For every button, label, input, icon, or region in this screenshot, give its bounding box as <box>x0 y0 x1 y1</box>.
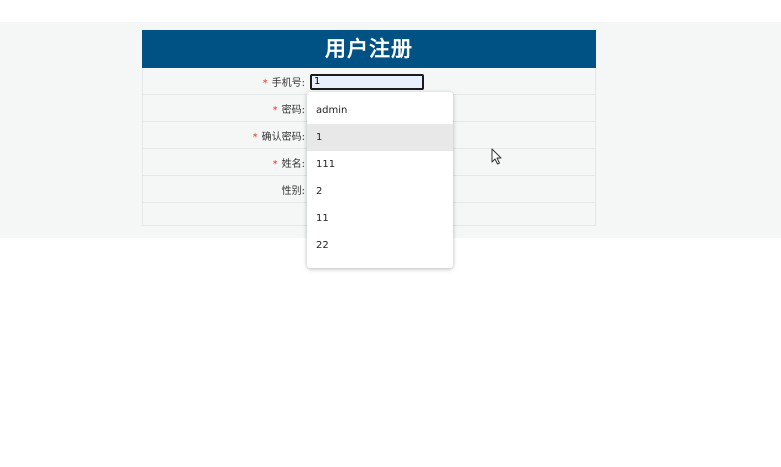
page: 用户注册 *手机号: *密码: *确认密码: <box>0 0 781 467</box>
confirm-password-label: 确认密码: <box>261 131 305 143</box>
name-label-cell: * 姓名: <box>142 148 308 176</box>
name-label: 姓名: <box>281 158 305 170</box>
form-row-phone: * 手机号: <box>142 68 596 95</box>
phone-field-cell <box>308 68 596 95</box>
phone-label: 手机号: <box>271 77 305 89</box>
required-mark: * <box>272 104 278 116</box>
phone-label-cell: * 手机号: <box>142 68 308 95</box>
form-title: 用户注册 <box>142 30 596 68</box>
password-label: 密码: <box>281 104 305 116</box>
gender-label-cell: 性别: <box>142 175 308 203</box>
phone-input[interactable] <box>310 73 424 90</box>
gender-label: 性别: <box>281 185 305 197</box>
empty-label-cell <box>142 202 308 226</box>
autocomplete-option[interactable]: 22 <box>307 232 453 259</box>
autocomplete-dropdown: admin 1 111 2 11 22 <box>307 92 453 268</box>
autocomplete-option[interactable]: 1 <box>307 124 453 151</box>
required-mark: * <box>272 158 278 170</box>
required-mark: * <box>262 77 268 89</box>
autocomplete-option[interactable]: admin <box>307 97 453 124</box>
password-label-cell: * 密码: <box>142 94 308 122</box>
required-mark: * <box>252 131 258 143</box>
mouse-pointer-icon <box>491 148 502 165</box>
autocomplete-option[interactable]: 111 <box>307 151 453 178</box>
autocomplete-option[interactable]: 11 <box>307 205 453 232</box>
autocomplete-option[interactable]: 2 <box>307 178 453 205</box>
confirm-password-label-cell: * 确认密码: <box>142 121 308 149</box>
